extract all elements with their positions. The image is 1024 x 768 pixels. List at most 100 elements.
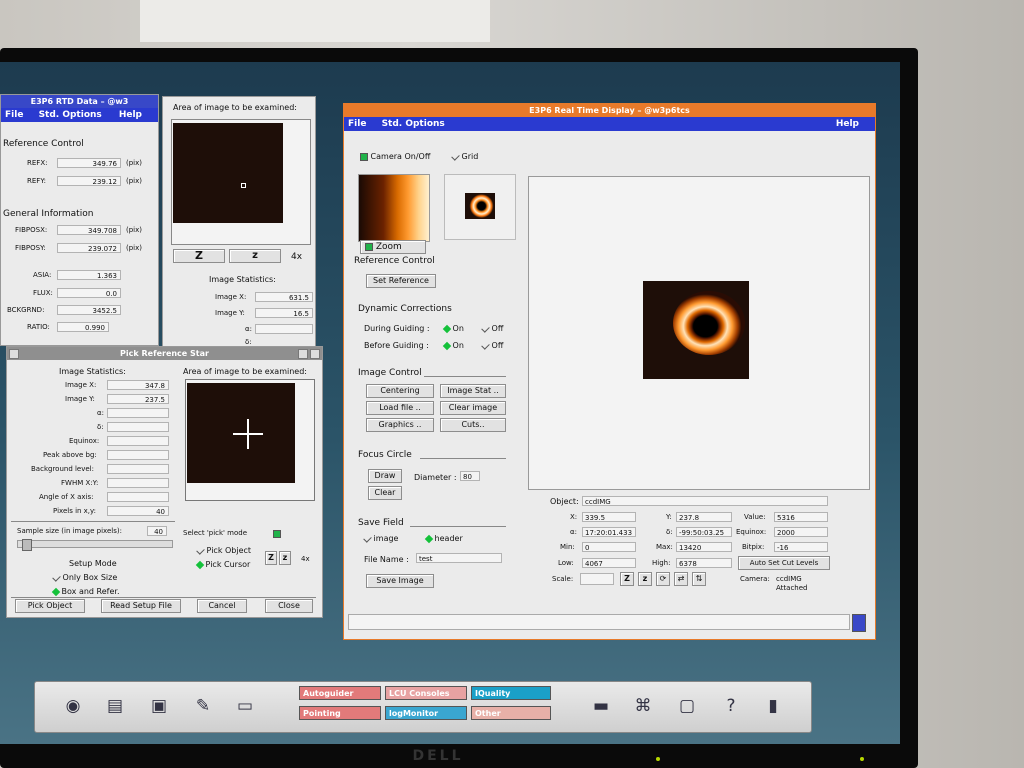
value-field[interactable]: 5316	[774, 512, 828, 522]
scale-field[interactable]	[580, 573, 614, 585]
refy-field[interactable]: 239.12	[57, 176, 121, 186]
pick-sample-slider[interactable]	[17, 539, 173, 551]
folder-icon[interactable]: ▣	[147, 694, 171, 718]
rtd-menu-options[interactable]: Std. Options	[39, 110, 102, 120]
camera-toggle[interactable]: Camera On/Off	[360, 152, 430, 161]
rtd-menu-help[interactable]: Help	[119, 108, 142, 122]
pick-delta-field[interactable]	[107, 422, 169, 432]
pick-minimize-icon[interactable]	[298, 349, 308, 359]
fibposy-field[interactable]: 239.072	[57, 243, 121, 253]
tool-zoom-out-button[interactable]: z	[638, 572, 652, 586]
pick-bg-field[interactable]	[107, 464, 169, 474]
draw-button[interactable]: Draw	[368, 469, 402, 483]
clock-icon[interactable]: ▤	[103, 694, 127, 718]
equinox-field[interactable]: 2000	[774, 527, 828, 537]
trash-icon[interactable]: ▮	[761, 694, 785, 718]
lcu-consoles-button[interactable]: LCU Consoles	[385, 686, 467, 700]
rtdisp-menu-file[interactable]: File	[348, 119, 366, 129]
printer-icon[interactable]: ▬	[589, 694, 613, 718]
iquality-button[interactable]: IQuality	[471, 686, 551, 700]
bckgrnd-field[interactable]: 3452.5	[57, 305, 121, 315]
pick-peak-field[interactable]	[107, 450, 169, 460]
pick-sample-field[interactable]: 40	[147, 526, 167, 536]
centering-button[interactable]: Centering	[366, 384, 434, 398]
pick-alpha-field[interactable]	[107, 408, 169, 418]
alpha-field[interactable]: 17:20:01.433	[582, 527, 636, 537]
help-icon[interactable]: ?	[719, 694, 743, 718]
pick-equinox-field[interactable]	[107, 436, 169, 446]
read-setup-file-button[interactable]: Read Setup File	[101, 599, 181, 613]
tool-flip-y-button[interactable]: ⇅	[692, 572, 706, 586]
pick-box-refer-option[interactable]: Box and Refer.	[51, 587, 120, 596]
min-field[interactable]: 0	[582, 542, 636, 552]
pan-thumbnail[interactable]	[444, 174, 516, 240]
pick-pixels-field[interactable]: 40	[107, 506, 169, 516]
during-guiding-on[interactable]: On	[442, 324, 464, 333]
low-field[interactable]: 4067	[582, 558, 636, 568]
clear-image-button[interactable]: Clear image	[440, 401, 506, 415]
pick-menu-icon[interactable]	[9, 349, 19, 359]
graphics-button[interactable]: Graphics ..	[366, 418, 434, 432]
zoom-button[interactable]: Zoom	[360, 240, 426, 254]
set-reference-button[interactable]: Set Reference	[366, 274, 436, 288]
globe-icon[interactable]: ◉	[61, 694, 85, 718]
tool-rotate-button[interactable]: ⟳	[656, 572, 670, 586]
auto-set-cut-levels-button[interactable]: Auto Set Cut Levels	[738, 556, 830, 570]
max-field[interactable]: 13420	[676, 542, 732, 552]
pick-slider-thumb[interactable]	[22, 539, 32, 551]
editor-icon[interactable]: ✎	[191, 694, 215, 718]
rtdisp-menu-options[interactable]: Std. Options	[382, 119, 445, 129]
network-icon[interactable]: ⌘	[631, 694, 655, 718]
pick-close-button[interactable]: Close	[265, 599, 313, 613]
clear-button[interactable]: Clear	[368, 486, 402, 500]
pick-cursor-option[interactable]: Pick Cursor	[195, 560, 250, 569]
pick-angle-field[interactable]	[107, 492, 169, 502]
file-name-field[interactable]: test	[416, 553, 502, 563]
pick-zoom-out-button[interactable]: z	[279, 551, 291, 565]
pointing-button[interactable]: Pointing	[299, 706, 381, 720]
during-guiding-off[interactable]: Off	[481, 324, 503, 333]
pick-object-option[interactable]: Pick Object	[196, 546, 251, 555]
refx-field[interactable]: 349.76	[57, 158, 121, 168]
tool-zoom-in-button[interactable]: Z	[620, 572, 634, 586]
load-file-button[interactable]: Load file ..	[366, 401, 434, 415]
pick-close-icon[interactable]	[310, 349, 320, 359]
rtdisp-menu-help[interactable]: Help	[836, 117, 859, 131]
rtd-menu-file[interactable]: File	[5, 110, 23, 120]
cuts-button[interactable]: Cuts..	[440, 418, 506, 432]
other-button[interactable]: Other	[471, 706, 551, 720]
asia-field[interactable]: 1.363	[57, 270, 121, 280]
y-field[interactable]: 237.8	[676, 512, 732, 522]
pick-imgy-field[interactable]: 237.5	[107, 394, 169, 404]
pick-object-button[interactable]: Pick Object	[15, 599, 85, 613]
pick-imgx-field[interactable]: 347.8	[107, 380, 169, 390]
save-header-option[interactable]: header	[424, 534, 463, 543]
before-guiding-off[interactable]: Off	[481, 341, 503, 350]
examine-imgy-field[interactable]: 16.5	[255, 308, 313, 318]
pick-zoom-in-button[interactable]: Z	[265, 551, 277, 565]
examine-zoom-in-button[interactable]: Z	[173, 249, 225, 263]
flux-field[interactable]: 0.0	[57, 288, 121, 298]
monitor-icon[interactable]: ▢	[675, 694, 699, 718]
diameter-field[interactable]: 80	[460, 471, 480, 481]
drawer-icon[interactable]: ▭	[233, 694, 257, 718]
autoguider-button[interactable]: Autoguider	[299, 686, 381, 700]
tool-flip-x-button[interactable]: ⇄	[674, 572, 688, 586]
high-field[interactable]: 6378	[676, 558, 732, 568]
object-field[interactable]: ccdIMG	[582, 496, 828, 506]
save-image-button[interactable]: Save Image	[366, 574, 434, 588]
bitpix-field[interactable]: -16	[774, 542, 828, 552]
logmonitor-button[interactable]: logMonitor	[385, 706, 467, 720]
save-image-option[interactable]: image	[363, 534, 398, 543]
fibposx-field[interactable]: 349.708	[57, 225, 121, 235]
ratio-field[interactable]: 0.990	[57, 322, 109, 332]
before-guiding-on[interactable]: On	[442, 341, 464, 350]
main-image-canvas[interactable]	[528, 176, 870, 490]
status-bar-icon[interactable]	[852, 614, 866, 632]
examine-imgx-field[interactable]: 631.5	[255, 292, 313, 302]
delta-field[interactable]: -99:50:03.25	[676, 527, 732, 537]
grid-toggle[interactable]: Grid	[451, 152, 478, 161]
pick-cancel-button[interactable]: Cancel	[197, 599, 247, 613]
pick-fwhm-field[interactable]	[107, 478, 169, 488]
image-stat-button[interactable]: Image Stat ..	[440, 384, 506, 398]
